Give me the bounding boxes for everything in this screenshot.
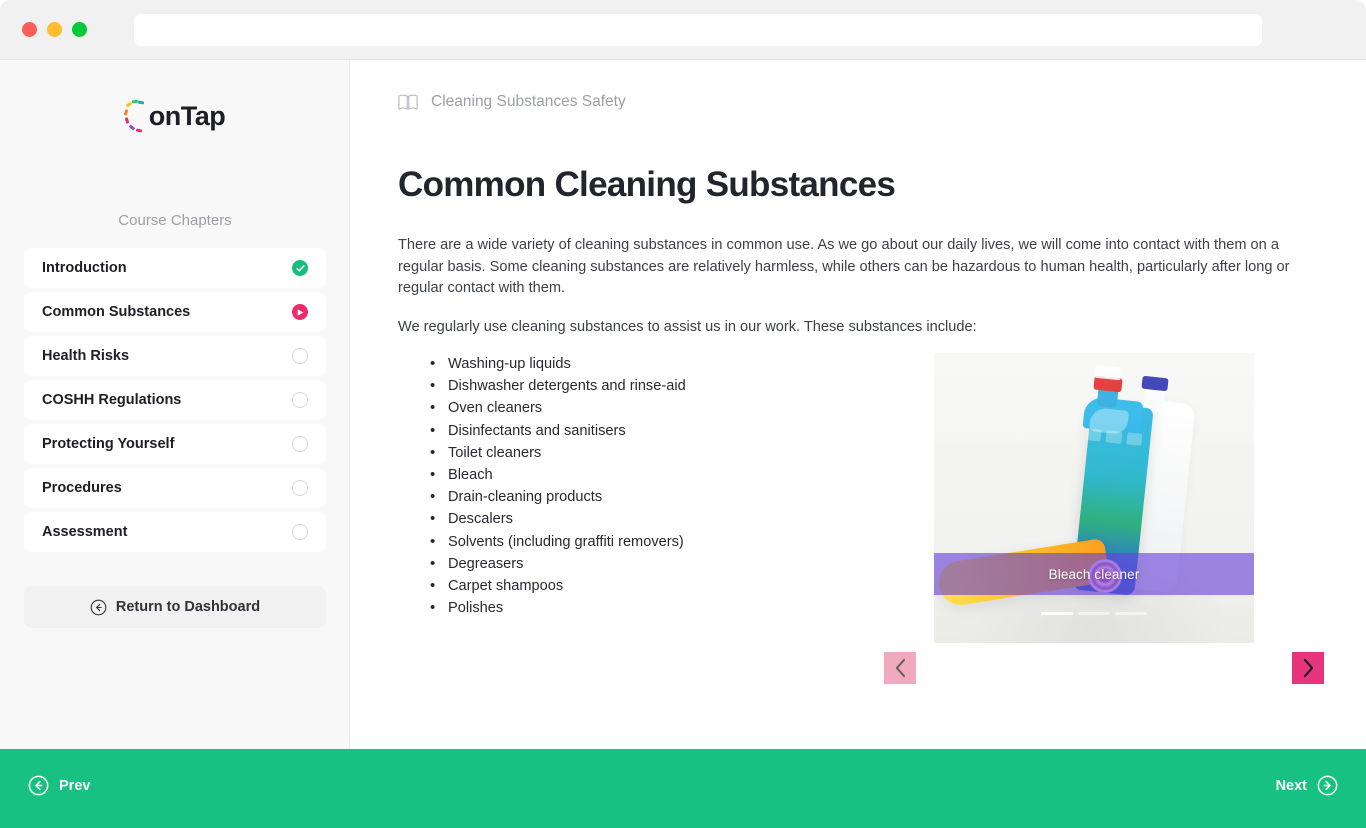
main-content: Cleaning Substances Safety Common Cleani… <box>350 60 1366 749</box>
lesson-paragraph: We regularly use cleaning substances to … <box>398 318 977 335</box>
maximize-window-icon[interactable] <box>72 22 87 37</box>
chapter-list: Introduction Common Substances Health Ri… <box>24 248 326 556</box>
sidebar-item-procedures[interactable]: Procedures <box>24 468 326 508</box>
breadcrumb-label: Cleaning Substances Safety <box>431 93 626 110</box>
list-item: Carpet shampoos <box>430 575 686 597</box>
sidebar-item-coshh-regulations[interactable]: COSHH Regulations <box>24 380 326 420</box>
carousel-prev-button[interactable] <box>884 652 916 684</box>
list-item: Descalers <box>430 508 686 530</box>
lesson-paragraph: There are a wide variety of cleaning sub… <box>398 237 1290 296</box>
chevron-left-icon <box>895 658 905 678</box>
breadcrumb: Cleaning Substances Safety <box>398 93 626 111</box>
check-circle-icon <box>292 260 308 276</box>
carousel-slide[interactable]: Bleach cleaner <box>934 353 1254 643</box>
bottom-navigation-bar: Prev 11% Next <box>0 749 1366 828</box>
course-player-window: onTap Course Chapters Introduction Commo… <box>0 0 1366 828</box>
substances-list: Washing-up liquids Dishwasher detergents… <box>430 353 686 620</box>
chapter-label: Introduction <box>42 260 127 276</box>
empty-circle-icon <box>292 348 308 364</box>
chapter-label: Procedures <box>42 480 122 496</box>
list-item: Drain-cleaning products <box>430 486 686 508</box>
sidebar-item-assessment[interactable]: Assessment <box>24 512 326 552</box>
cleaning-products-photo <box>934 353 1254 643</box>
list-item: Disinfectants and sanitisers <box>430 420 686 442</box>
empty-circle-icon <box>292 480 308 496</box>
list-item: Bleach <box>430 464 686 486</box>
list-item: Solvents (including graffiti removers) <box>430 531 686 553</box>
chapter-label: Protecting Yourself <box>42 436 175 452</box>
minimize-window-icon[interactable] <box>47 22 62 37</box>
empty-circle-icon <box>292 436 308 452</box>
carousel-next-button[interactable] <box>1292 652 1324 684</box>
next-button[interactable]: Next <box>1276 775 1338 796</box>
arrow-right-circle-icon <box>1317 775 1338 796</box>
list-item: Toilet cleaners <box>430 442 686 464</box>
prev-button[interactable]: Prev <box>28 775 90 796</box>
carousel-indicator-3[interactable] <box>1115 612 1147 615</box>
carousel-indicator-1[interactable] <box>1041 612 1073 615</box>
list-item: Degreasers <box>430 553 686 575</box>
chapter-label: Assessment <box>42 524 128 540</box>
list-item: Polishes <box>430 597 686 619</box>
lesson-body: There are a wide variety of cleaning sub… <box>398 235 1318 338</box>
list-item: Washing-up liquids <box>430 353 686 375</box>
sidebar: onTap Course Chapters Introduction Commo… <box>0 60 350 749</box>
list-item: Dishwasher detergents and rinse-aid <box>430 375 686 397</box>
sidebar-item-health-risks[interactable]: Health Risks <box>24 336 326 376</box>
prev-label: Prev <box>59 777 91 794</box>
open-book-icon <box>398 94 418 111</box>
sidebar-item-protecting-yourself[interactable]: Protecting Yourself <box>24 424 326 464</box>
page-title: Common Cleaning Substances <box>398 165 896 204</box>
return-to-dashboard-button[interactable]: Return to Dashboard <box>24 586 326 628</box>
arrow-left-circle-icon <box>28 775 49 796</box>
next-label: Next <box>1275 777 1307 794</box>
sidebar-item-introduction[interactable]: Introduction <box>24 248 326 288</box>
return-to-dashboard-label: Return to Dashboard <box>115 599 261 615</box>
ontap-logo-text: onTap <box>148 100 226 131</box>
list-item: Oven cleaners <box>430 397 686 419</box>
play-circle-icon <box>292 304 308 320</box>
browser-chrome <box>0 0 1366 60</box>
chapter-label: Common Substances <box>42 304 191 320</box>
address-bar-input[interactable] <box>134 14 1262 46</box>
window-controls <box>22 22 87 37</box>
carousel-caption: Bleach cleaner <box>934 553 1254 595</box>
sidebar-item-common-substances[interactable]: Common Substances <box>24 292 326 332</box>
chevron-right-icon <box>1303 658 1313 678</box>
empty-circle-icon <box>292 524 308 540</box>
close-window-icon[interactable] <box>22 22 37 37</box>
ontap-logo: onTap <box>0 92 350 140</box>
arrow-left-circle-icon <box>90 599 107 616</box>
carousel-caption-label: Bleach cleaner <box>1048 566 1140 582</box>
image-carousel: Bleach cleaner <box>884 353 1324 684</box>
blue-cap-shape <box>1141 375 1169 392</box>
ontap-logo-mark-icon <box>123 99 147 133</box>
empty-circle-icon <box>292 392 308 408</box>
chapter-label: Health Risks <box>42 348 130 364</box>
carousel-indicator-2[interactable] <box>1078 612 1110 615</box>
carousel-indicators <box>934 612 1254 615</box>
chapter-label: COSHH Regulations <box>42 392 182 408</box>
clear-cap-top-shape <box>1094 364 1122 381</box>
course-chapters-heading: Course Chapters <box>118 212 232 229</box>
